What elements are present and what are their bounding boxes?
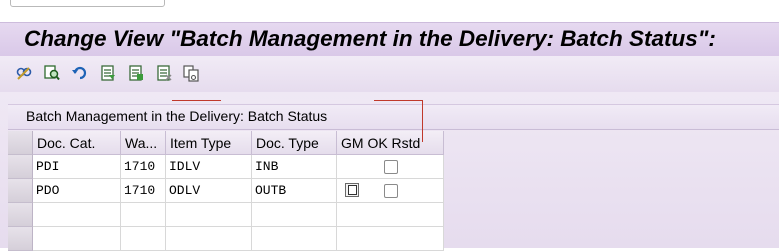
cell-doc-cat[interactable]: PDI (33, 155, 121, 179)
empty-cell[interactable] (337, 203, 444, 227)
empty-cell[interactable] (337, 227, 444, 251)
display-change-button[interactable] (15, 64, 33, 82)
row-selector[interactable] (8, 155, 33, 179)
cell-doc-type[interactable]: OUTB (252, 179, 337, 203)
find-icon (44, 65, 60, 81)
empty-cell[interactable] (121, 227, 166, 251)
gm-ok-rstd-checkbox[interactable] (384, 160, 398, 174)
empty-cell[interactable] (252, 203, 337, 227)
deselect-all-button[interactable] (155, 64, 173, 82)
cell-wa[interactable]: 1710 (121, 179, 166, 203)
gm-ok-rstd-checkbox[interactable] (384, 184, 398, 198)
select-all-button[interactable] (99, 64, 117, 82)
table-control: Doc. Cat. Wa... Item Type Doc. Type GM O… (8, 131, 444, 251)
select-block-button[interactable] (127, 64, 145, 82)
value-help-icon[interactable] (345, 183, 359, 197)
cell-doc-type[interactable]: INB (252, 155, 337, 179)
annotation-outline (172, 100, 423, 142)
select-block-icon (129, 65, 143, 81)
top-strip (0, 0, 779, 22)
undo-icon (72, 66, 87, 80)
row-selector[interactable] (8, 227, 33, 251)
empty-cell[interactable] (166, 203, 252, 227)
select-all-rows-button[interactable] (8, 131, 33, 155)
find-button[interactable] (43, 64, 61, 82)
cell-doc-cat[interactable]: PDO (33, 179, 121, 203)
deselect-all-icon (157, 65, 172, 81)
cell-wa[interactable]: 1710 (121, 155, 166, 179)
title-bar: Change View "Batch Management in the Del… (0, 22, 779, 57)
row-selector[interactable] (8, 179, 33, 203)
empty-cell[interactable] (121, 203, 166, 227)
application-toolbar (0, 56, 779, 93)
column-header-doc-cat[interactable]: Doc. Cat. (33, 131, 121, 155)
cell-item-type[interactable]: IDLV (166, 155, 252, 179)
command-field[interactable] (10, 0, 165, 7)
select-all-icon (101, 65, 115, 81)
empty-cell[interactable] (33, 203, 121, 227)
column-header-wa[interactable]: Wa... (121, 131, 166, 155)
empty-cell[interactable] (252, 227, 337, 251)
empty-cell[interactable] (33, 227, 121, 251)
display-change-icon (16, 67, 32, 80)
annotation-gap (221, 99, 374, 103)
copy-as-button[interactable] (182, 64, 200, 82)
empty-cell[interactable] (166, 227, 252, 251)
undo-button[interactable] (71, 64, 89, 82)
cell-item-type[interactable]: ODLV (166, 179, 252, 203)
cell-gm-ok-rstd (337, 155, 444, 179)
row-selector[interactable] (8, 203, 33, 227)
copy-as-icon (183, 65, 199, 82)
cell-gm-ok-rstd (337, 179, 444, 203)
page-title: Change View "Batch Management in the Del… (24, 26, 716, 51)
